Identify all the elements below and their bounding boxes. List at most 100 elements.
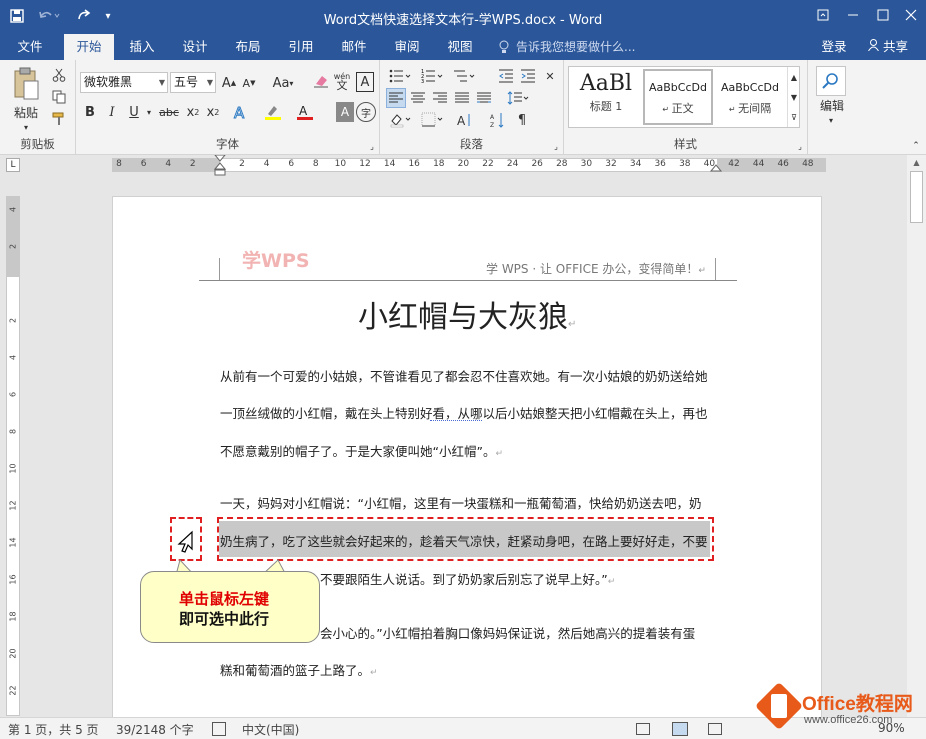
- distribute-icon[interactable]: [474, 88, 494, 108]
- borders-icon[interactable]: [418, 110, 446, 130]
- font-size-select[interactable]: 五号 ▼: [170, 72, 216, 93]
- strikethrough-button[interactable]: abc: [156, 102, 182, 122]
- clear-format-icon[interactable]: [312, 71, 330, 91]
- tab-file[interactable]: 文件: [8, 34, 52, 60]
- cut-icon[interactable]: [50, 66, 68, 84]
- office-logo-inner: [771, 694, 787, 718]
- editing-dropdown-icon[interactable]: ▾: [826, 114, 836, 126]
- minimize-icon[interactable]: [838, 0, 868, 30]
- page-title: 小红帽与大灰狼↵: [358, 300, 577, 335]
- vertical-ruler[interactable]: 4 2 2 4 6 8 10 12 14 16 18 20 22: [6, 196, 20, 716]
- font-family-select[interactable]: 微软雅黑 ▼: [80, 72, 168, 93]
- align-right-icon[interactable]: [430, 88, 450, 108]
- tab-review[interactable]: 审阅: [387, 34, 427, 60]
- subscript-button[interactable]: x2: [184, 102, 202, 122]
- maximize-icon[interactable]: [868, 0, 898, 30]
- show-marks-icon[interactable]: ¶: [512, 110, 532, 130]
- multilevel-list-icon[interactable]: [450, 66, 478, 86]
- enclose-chars-icon[interactable]: 字: [356, 102, 376, 122]
- tab-view[interactable]: 视图: [440, 34, 480, 60]
- find-icon[interactable]: [816, 66, 846, 96]
- shrink-font-button[interactable]: A ▼: [240, 73, 258, 93]
- callout-title: 单击鼠标左键: [179, 590, 270, 608]
- close-icon[interactable]: [896, 0, 926, 30]
- tab-references[interactable]: 引用: [281, 34, 321, 60]
- login-link[interactable]: 登录: [815, 34, 853, 60]
- copy-icon[interactable]: [50, 88, 68, 106]
- right-indent-marker-icon[interactable]: [709, 163, 723, 173]
- styles-more-icon[interactable]: ⊽: [787, 107, 800, 127]
- paragraph-line-8: 糕和葡萄酒的篮子上路了。↵: [220, 663, 378, 678]
- change-case-button[interactable]: Aa ▾: [268, 73, 298, 93]
- word-window: ▾ Word文档快速选择文本行-学WPS.docx - Word 文件 开始 插…: [0, 0, 926, 739]
- styles-dialog-launcher-icon[interactable]: ⌟: [795, 141, 805, 151]
- styles-scroll-up-icon[interactable]: ▲: [787, 67, 800, 87]
- language-status[interactable]: 中文(中国): [242, 721, 299, 738]
- font-color-icon[interactable]: A: [294, 102, 316, 122]
- shading-icon[interactable]: [386, 110, 414, 130]
- web-layout-icon[interactable]: [708, 723, 722, 735]
- tab-insert[interactable]: 插入: [122, 34, 162, 60]
- paste-icon[interactable]: [8, 64, 44, 104]
- header-slogan-text: 学 WPS · 让 OFFICE 办公，变得简单！: [486, 262, 699, 276]
- tab-layout[interactable]: 布局: [228, 34, 268, 60]
- align-center-icon[interactable]: [408, 88, 428, 108]
- editing-label[interactable]: 编辑: [812, 96, 852, 114]
- sort-icon[interactable]: AZ: [488, 110, 508, 130]
- tell-me-search[interactable]: 告诉我您想要做什么...: [516, 34, 646, 60]
- share-button[interactable]: 共享: [860, 34, 916, 60]
- ruler-number: 26: [531, 159, 543, 169]
- chinese-layout-icon[interactable]: ✕: [540, 66, 560, 86]
- collapse-ribbon-icon[interactable]: ⌃: [910, 140, 922, 152]
- align-left-icon[interactable]: [386, 88, 406, 108]
- scroll-up-icon[interactable]: ▲: [909, 155, 924, 169]
- format-painter-icon[interactable]: [50, 110, 68, 128]
- paste-label[interactable]: 粘贴: [4, 104, 48, 120]
- horizontal-ruler[interactable]: 8 6 4 2 2 4 6 8 10 12 14 16 18 20 22 24 26 28 30 32 34 36 38 40…: [112, 155, 826, 176]
- asian-layout-icon[interactable]: A: [454, 110, 474, 130]
- bold-button[interactable]: B: [80, 102, 100, 122]
- tab-mailings[interactable]: 邮件: [334, 34, 374, 60]
- justify-icon[interactable]: [452, 88, 472, 108]
- change-case-label: Aa: [272, 75, 290, 91]
- line-spacing-icon[interactable]: [504, 88, 532, 108]
- paste-dropdown-icon[interactable]: ▾: [18, 120, 34, 134]
- tab-home[interactable]: 开始: [64, 34, 114, 60]
- highlight-color-icon[interactable]: [262, 102, 284, 122]
- grow-font-button[interactable]: A ▲: [220, 73, 238, 93]
- scroll-thumb[interactable]: [910, 171, 923, 223]
- font-dialog-launcher-icon[interactable]: ⌟: [367, 141, 377, 151]
- read-mode-icon[interactable]: [636, 723, 650, 735]
- char-border-icon[interactable]: A: [356, 72, 374, 92]
- char-shading-icon[interactable]: A: [336, 102, 354, 122]
- word-count[interactable]: 39/2148 个字: [116, 721, 194, 738]
- decrease-indent-icon[interactable]: [496, 66, 516, 86]
- styles-scroll-down-icon[interactable]: ▼: [787, 87, 800, 107]
- style-normal[interactable]: AaBbCcDd ↵ 正文: [643, 69, 713, 125]
- superscript-button[interactable]: x2: [204, 102, 222, 122]
- italic-button[interactable]: I: [102, 102, 122, 122]
- proofing-icon[interactable]: [212, 722, 226, 736]
- print-layout-icon[interactable]: [672, 722, 688, 736]
- tab-design[interactable]: 设计: [175, 34, 215, 60]
- vertical-ruler-number: 8: [8, 428, 18, 435]
- underline-dropdown-icon[interactable]: ▾: [144, 104, 154, 120]
- indent-marker-icon[interactable]: [213, 155, 227, 177]
- underline-button[interactable]: U: [124, 102, 144, 122]
- restore-ribbon-icon[interactable]: [808, 0, 838, 30]
- tab-selector-icon[interactable]: L: [6, 158, 20, 172]
- paragraph-line-6-text: 不要跟陌生人说话。到了奶奶家后别忘了说早上好。”: [320, 572, 608, 587]
- style-no-spacing[interactable]: AaBbCcDd ↵ 无间隔: [715, 69, 785, 125]
- numbering-icon[interactable]: 123: [418, 66, 446, 86]
- bullets-icon[interactable]: [386, 66, 414, 86]
- vertical-scrollbar[interactable]: ▲: [907, 155, 926, 717]
- phonetic-guide-button[interactable]: wén 文: [332, 69, 352, 93]
- svg-text:A: A: [490, 114, 495, 121]
- text-effects-icon[interactable]: A: [230, 102, 250, 122]
- svg-text:A: A: [234, 104, 245, 120]
- increase-indent-icon[interactable]: [518, 66, 538, 86]
- paragraph-dialog-launcher-icon[interactable]: ⌟: [551, 141, 561, 151]
- page-count[interactable]: 第 1 页，共 5 页: [8, 721, 99, 738]
- ruler-number: 8: [312, 159, 319, 169]
- style-heading1[interactable]: AaBl 标题 1: [571, 69, 641, 125]
